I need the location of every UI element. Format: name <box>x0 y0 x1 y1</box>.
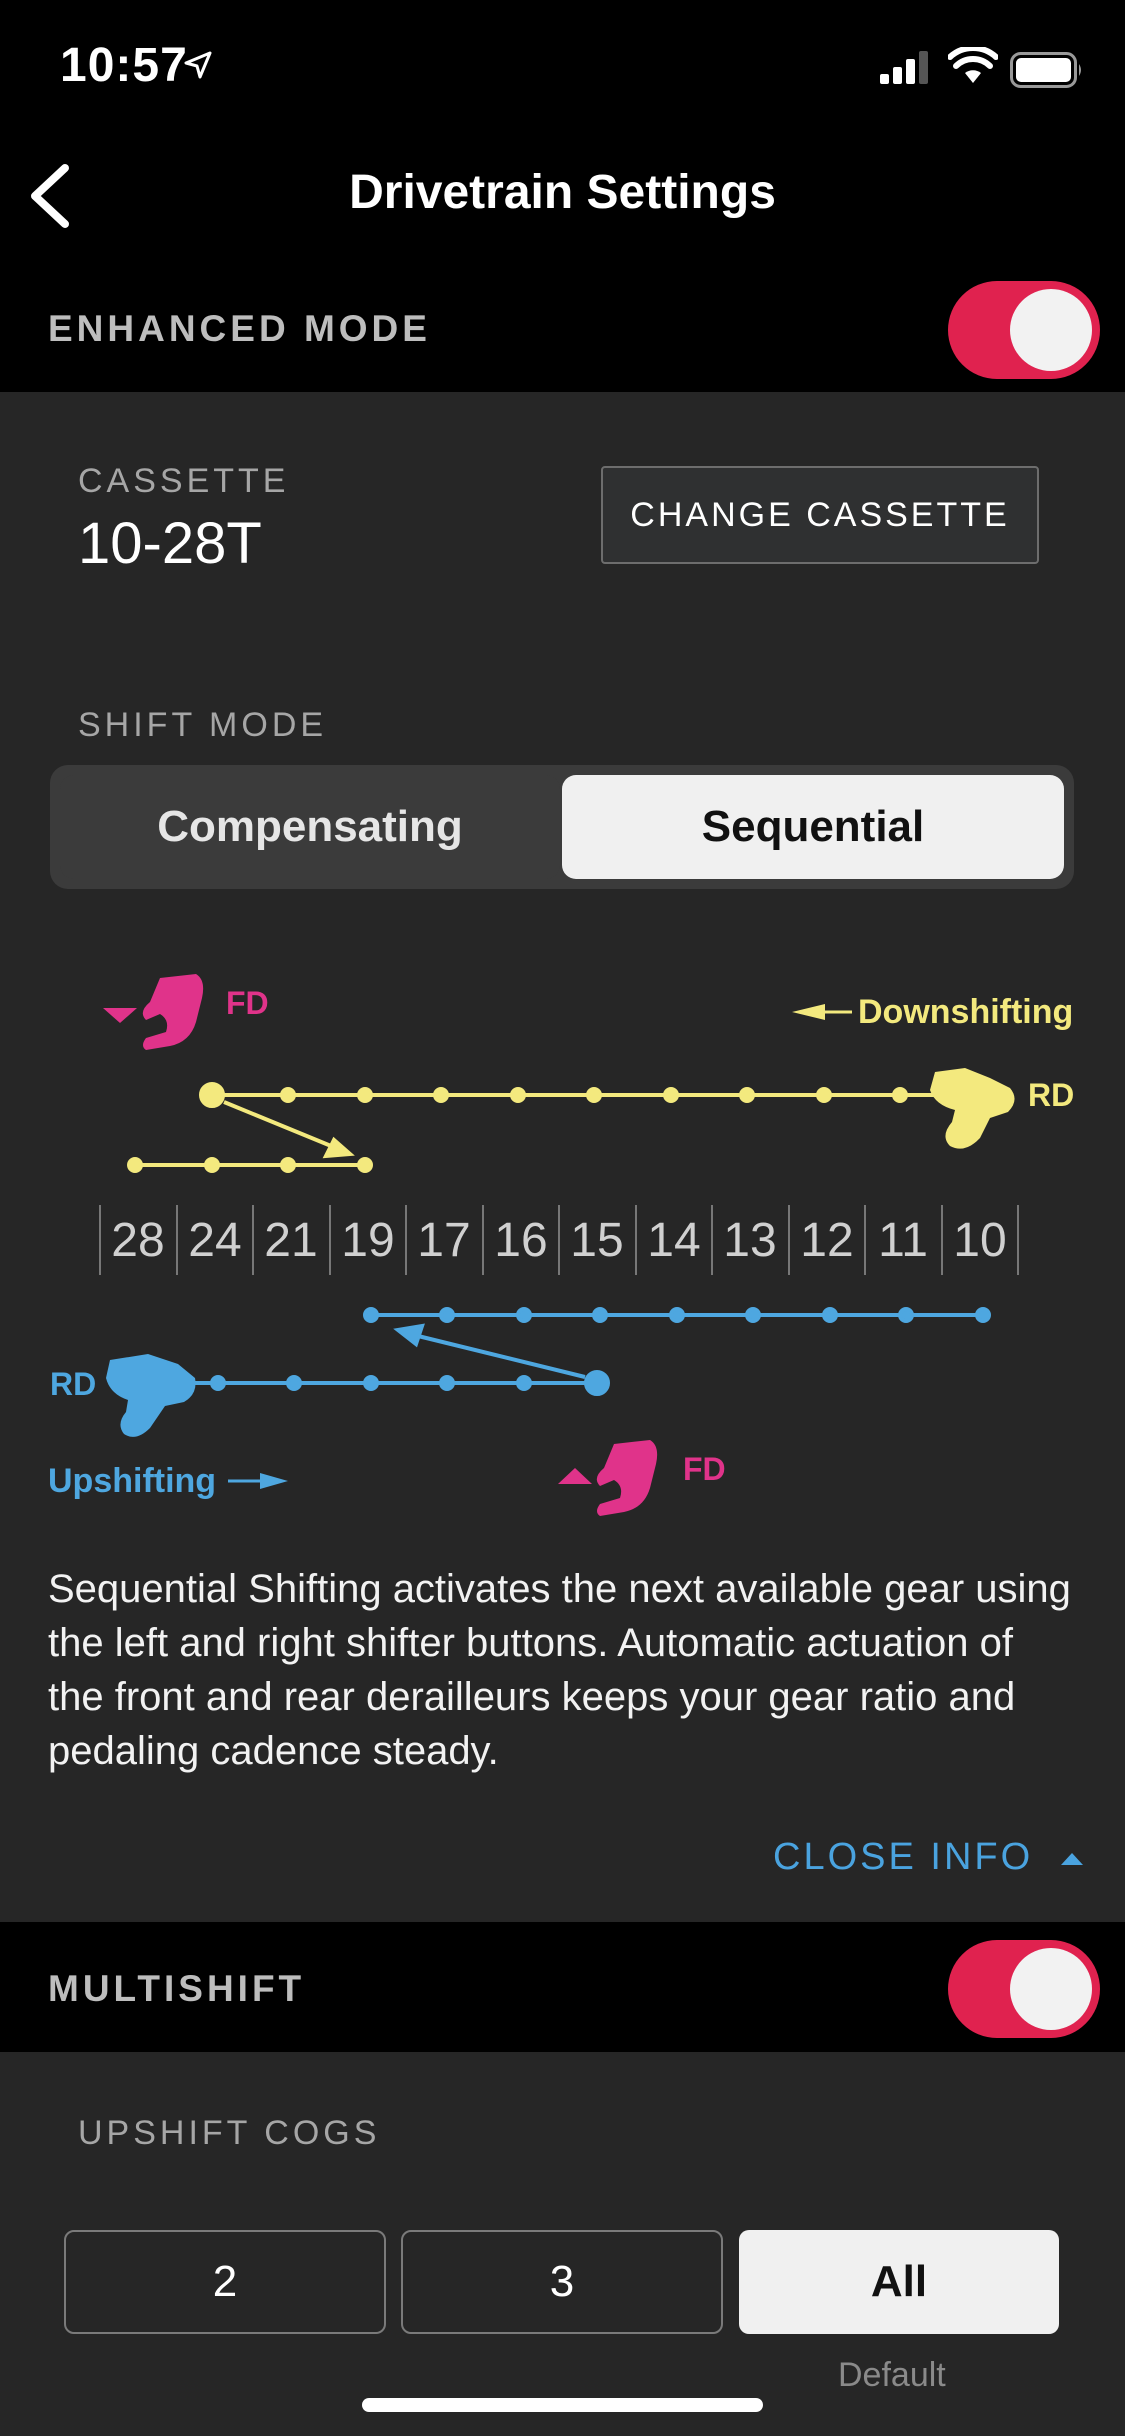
rear-derailleur-icon <box>106 1354 196 1437</box>
front-derailleur-icon <box>558 1440 658 1516</box>
upshift-cogs-option-2[interactable]: 2 <box>64 2230 386 2334</box>
close-info-link[interactable]: CLOSE INFO <box>773 1836 1085 1879</box>
rd-label-bottom: RD <box>50 1366 96 1402</box>
shift-mode-compensating[interactable]: Compensating <box>60 775 560 879</box>
battery-icon <box>1010 52 1081 88</box>
cog-label: 13 <box>723 1214 776 1267</box>
cog-label: 16 <box>494 1214 547 1267</box>
rd-label-top: RD <box>1028 1077 1074 1113</box>
page-title: Drivetrain Settings <box>349 166 776 219</box>
cassette-value: 10-28T <box>78 511 262 576</box>
cog-label: 10 <box>953 1214 1006 1267</box>
close-info-label: CLOSE INFO <box>773 1836 1034 1878</box>
cassette-label: CASSETTE <box>78 462 290 500</box>
downshifting-label: Downshifting <box>858 993 1073 1031</box>
shift-mode-sequential[interactable]: Sequential <box>562 775 1064 879</box>
cog-label: 14 <box>647 1214 700 1267</box>
cellular-signal-icon <box>880 51 928 84</box>
status-bar: 10:57 <box>0 0 1125 140</box>
fd-label-top: FD <box>226 985 269 1021</box>
upshifting-label: Upshifting <box>48 1462 216 1500</box>
cog-label: 12 <box>800 1214 853 1267</box>
upshift-cogs-option-all[interactable]: All <box>739 2230 1059 2334</box>
shift-mode-label: SHIFT MODE <box>78 706 328 744</box>
front-derailleur-icon <box>103 974 204 1050</box>
default-note: Default <box>838 2356 946 2394</box>
toggle-knob <box>1010 1948 1092 2030</box>
multishift-toggle[interactable] <box>948 1940 1100 2038</box>
caret-up-icon <box>1060 1852 1083 1865</box>
cog-label: 24 <box>188 1214 241 1267</box>
toggle-knob <box>1010 289 1092 371</box>
sequential-shift-diagram: FD Downshifting RD 28 24 21 19 17 16 15 <box>48 974 1074 1516</box>
enhanced-mode-toggle[interactable] <box>948 281 1100 379</box>
cog-label: 17 <box>417 1214 470 1267</box>
shift-mode-segmented-control: Compensating Sequential <box>50 765 1074 889</box>
cog-label: 21 <box>264 1214 317 1267</box>
upshift-arrow-icon <box>260 1473 288 1489</box>
shift-mode-description: Sequential Shifting activates the next a… <box>48 1567 1071 1773</box>
cog-label: 28 <box>111 1214 164 1267</box>
upshift-cogs-option-3[interactable]: 3 <box>401 2230 723 2334</box>
change-cassette-button[interactable]: CHANGE CASSETTE <box>601 466 1039 564</box>
location-arrow-icon <box>184 51 212 79</box>
rear-derailleur-icon <box>930 1068 1015 1149</box>
wifi-icon <box>948 47 998 83</box>
downshift-arrow-icon <box>792 1004 825 1020</box>
cog-label: 19 <box>341 1214 394 1267</box>
cog-label: 11 <box>878 1214 928 1267</box>
fd-label-bottom: FD <box>683 1451 726 1487</box>
upshift-cogs-label: UPSHIFT COGS <box>78 2114 381 2152</box>
cog-label: 15 <box>570 1214 623 1267</box>
home-indicator[interactable] <box>362 2398 763 2412</box>
enhanced-mode-label: ENHANCED MODE <box>48 308 431 349</box>
multishift-label: MULTISHIFT <box>48 1968 306 2009</box>
status-time: 10:57 <box>60 39 188 92</box>
